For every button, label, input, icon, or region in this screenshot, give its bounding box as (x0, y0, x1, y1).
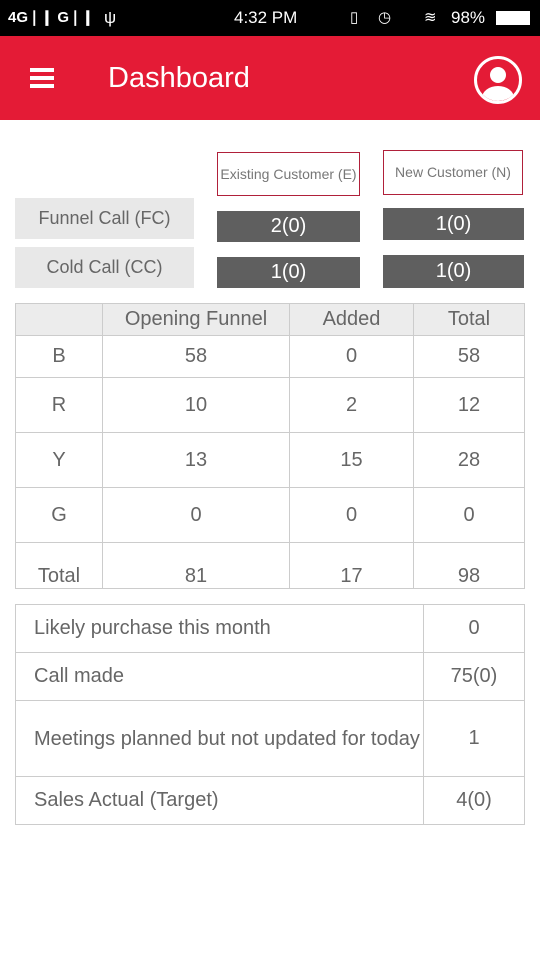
cell: R (15, 377, 103, 433)
cell: 2 (289, 377, 414, 433)
status-bar: 4G❘❙ G❘❙ ψ 4:32 PM ▯ ◷ ≋ 98% (0, 0, 540, 36)
cell: 0 (102, 487, 290, 543)
cell: Y (15, 432, 103, 488)
cell: 58 (102, 335, 290, 378)
cell: 98 (413, 542, 525, 589)
battery-percent: 98% (451, 8, 486, 27)
usb-icon: ψ (104, 8, 117, 27)
cell: 10 (102, 377, 290, 433)
cell: 0 (289, 487, 414, 543)
existing-customer-header: Existing Customer (E) (217, 152, 360, 196)
vibrate-icon: ▯ (350, 9, 359, 26)
metric-value: 1 (423, 700, 525, 777)
clock: 4:32 PM (234, 8, 298, 27)
alarm-icon: ◷ (378, 9, 392, 26)
table-row: R 10 2 12 (15, 377, 525, 433)
table-row: B 58 0 58 (15, 335, 525, 378)
funnel-call-label: Funnel Call (FC) (15, 198, 194, 239)
page-title: Dashboard (108, 62, 250, 94)
cell: Total (15, 542, 103, 589)
metric-row: Sales Actual (Target) 4(0) (15, 776, 525, 825)
fc-existing-value[interactable]: 2(0) (217, 211, 360, 242)
cell: 58 (413, 335, 525, 378)
signal-indicator: 4G❘❙ G❘❙ (8, 9, 95, 26)
table-row: G000 (15, 487, 525, 543)
wifi-icon: ≋ (424, 9, 437, 26)
cell: 0 (413, 487, 525, 543)
table-header-row: Opening Funnel Added Total (15, 303, 525, 336)
battery-icon (496, 11, 530, 25)
column-header (15, 303, 103, 336)
funnel-table: Opening Funnel Added Total B 58 0 58 R 10 2 12… (15, 303, 525, 589)
cell: G (15, 487, 103, 543)
cell: 0 (289, 335, 414, 378)
metric-row: Meetings planned but not updated for tod… (15, 700, 525, 777)
column-header: Opening Funnel (102, 303, 290, 336)
user-icon[interactable] (474, 56, 522, 104)
cold-call-label: Cold Call (CC) (15, 247, 194, 288)
cell: 81 (102, 542, 290, 589)
column-header: Total (413, 303, 525, 336)
metric-value: 0 (423, 604, 525, 653)
metric-label: Meetings planned but not updated for tod… (15, 700, 424, 777)
metric-label: Likely purchase this month (15, 604, 424, 653)
app-header: Dashboard (0, 36, 540, 120)
metric-row: Likely purchase this month 0 (15, 604, 525, 653)
metric-label: Sales Actual (Target) (15, 776, 424, 825)
new-customer-header: New Customer (N) (383, 150, 523, 195)
metric-value: 75(0) (423, 652, 525, 701)
cell: 12 (413, 377, 525, 433)
cell: B (15, 335, 103, 378)
cc-existing-value[interactable]: 1(0) (217, 257, 360, 288)
cell: 15 (289, 432, 414, 488)
table-row: Y 13 15 28 (15, 432, 525, 488)
cell: 28 (413, 432, 525, 488)
cc-new-value[interactable]: 1(0) (383, 255, 524, 288)
metric-value: 4(0) (423, 776, 525, 825)
metrics-table: Likely purchase this month 0 Call made 75(… (15, 604, 525, 825)
table-total-row: Total 81 17 98 (15, 542, 525, 589)
cell: 13 (102, 432, 290, 488)
fc-new-value[interactable]: 1(0) (383, 208, 524, 240)
hamburger-icon[interactable] (30, 68, 54, 88)
cell: 17 (289, 542, 414, 589)
column-header: Added (289, 303, 414, 336)
metric-row: Call made 75(0) (15, 652, 525, 701)
metric-label: Call made (15, 652, 424, 701)
